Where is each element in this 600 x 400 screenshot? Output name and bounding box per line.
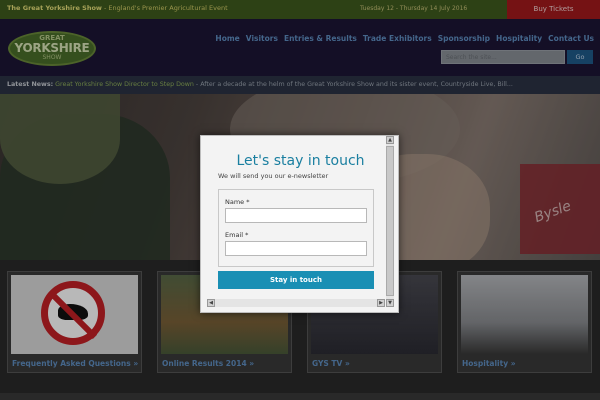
modal-subtitle: We will send you our e-newsletter — [218, 172, 329, 180]
signup-form: Name * Email * — [218, 189, 374, 267]
modal-title: Let's stay in touch — [236, 153, 365, 169]
vertical-scrollbar-thumb[interactable] — [386, 146, 394, 296]
scroll-left-icon[interactable]: ◀ — [207, 299, 215, 307]
newsletter-modal: Let's stay in touch We will send you our… — [200, 135, 399, 313]
name-label: Name * — [225, 198, 250, 206]
scroll-up-icon[interactable]: ▲ — [386, 136, 394, 144]
stay-in-touch-button[interactable]: Stay in touch — [218, 271, 374, 289]
name-field[interactable] — [225, 208, 367, 223]
scroll-right-icon[interactable]: ▶ — [377, 299, 385, 307]
horizontal-scrollbar-track[interactable] — [207, 299, 385, 307]
email-label: Email * — [225, 231, 249, 239]
email-field[interactable] — [225, 241, 367, 256]
scroll-down-icon[interactable]: ▼ — [386, 299, 394, 307]
